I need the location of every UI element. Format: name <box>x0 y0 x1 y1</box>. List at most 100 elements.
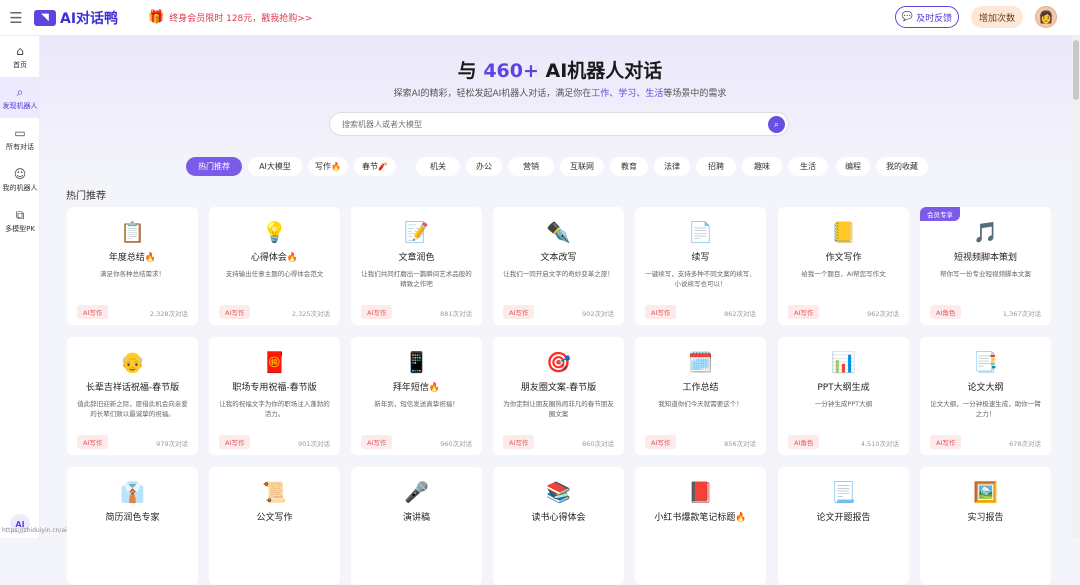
sidebar-item-label: 发现机器人 <box>2 101 38 110</box>
tab-11[interactable]: 趣味 <box>742 157 782 176</box>
sub-separator: 、 <box>609 89 619 99</box>
bot-card[interactable]: 🖼️ 实习报告 <box>920 467 1051 585</box>
sidebar-item-my-bots[interactable]: ☺ 我的机器人 <box>0 159 40 200</box>
tab-2[interactable]: 写作🔥 <box>308 157 348 176</box>
card-tag: AI写作 <box>930 435 962 449</box>
card-chat-count: 860次对话 <box>582 440 614 448</box>
menu-icon[interactable]: ☰ <box>0 0 32 36</box>
search-bar: ⌕ <box>329 112 789 136</box>
tab-14[interactable]: 我的收藏 <box>876 157 928 176</box>
card-chat-count: 4,510次对话 <box>860 440 899 448</box>
title-number: 460+ <box>483 60 539 82</box>
tab-10[interactable]: 招聘 <box>696 157 736 176</box>
card-tag: AI角色 <box>788 435 820 449</box>
sidebar-item-chats[interactable]: ▭ 所有对话 <box>0 118 40 159</box>
card-description: 满足你各种总结需求！ <box>100 270 165 278</box>
bot-card[interactable]: 📚 读书心得体会 <box>493 467 624 585</box>
feedback-button[interactable]: 💬 及时反馈 <box>895 6 959 28</box>
card-chat-count: 856次对话 <box>724 440 756 448</box>
card-tag: AI写作 <box>788 305 820 319</box>
bot-card[interactable]: 🧧 职场专用祝福-春节版 让我的祝福文字为你的职场注入蓬勃的活力。 AI写作 901次对… <box>209 337 340 455</box>
tab-13[interactable]: 编程 <box>836 157 870 176</box>
bot-card[interactable]: 💡 心得体会🔥 支持输出任意主题的心得体会范文 AI写作 2,325次对话 <box>209 207 340 325</box>
logo-text: AI对话鸭 <box>60 10 119 27</box>
bot-card[interactable]: 🎯 朋友圈文案-春节版 为你定制让朋友圈热闹非凡的春节朋友圈文案 AI写作 860次对话 <box>493 337 624 455</box>
card-tag: AI写作 <box>77 435 109 449</box>
search-input[interactable] <box>342 119 742 129</box>
card-title: 工作总结 <box>682 383 719 393</box>
card-title: 论文大纲 <box>967 383 1004 393</box>
sub-highlight-study: 学习 <box>618 89 637 99</box>
card-chat-count: 2,325次对话 <box>291 310 330 318</box>
card-title: 职场专用祝福-春节版 <box>232 383 317 393</box>
bot-card[interactable]: 👴 长辈吉祥话祝福-春节版 值此辞旧迎新之际，愿借此机会向亲爱的长辈们致以最诚挚的祝… <box>67 337 198 455</box>
logo[interactable]: ◥ AI对话鸭 <box>34 8 118 28</box>
card-title: 论文开题报告 <box>816 513 871 523</box>
sidebar-item-pk[interactable]: ⧉ 多模型PK <box>0 200 40 241</box>
robot-icon: ☺ <box>13 166 27 181</box>
bot-icon: 📋 <box>120 220 145 244</box>
bot-icon: 📒 <box>831 220 856 244</box>
bot-card[interactable]: 📕 小红书爆款笔记标题🔥 <box>635 467 766 585</box>
tab-8[interactable]: 教育 <box>610 157 648 176</box>
card-description: 值此辞旧迎新之际，愿借此机会向亲爱的长辈们致以最诚挚的祝福。 <box>77 400 188 418</box>
sidebar: ⌂ 首页 ⌕ 发现机器人 ▭ 所有对话 ☺ 我的机器人 ⧉ 多模型PK AI <box>0 36 40 538</box>
title-suffix: AI机器人对话 <box>545 60 663 82</box>
sidebar-item-discover[interactable]: ⌕ 发现机器人 <box>0 77 40 118</box>
logo-mark-icon: ◥ <box>34 9 56 26</box>
tab-1[interactable]: AI大模型 <box>248 157 302 176</box>
card-title: 公文写作 <box>256 513 293 523</box>
bot-card[interactable]: 会员专享 🎵 短视频脚本策划 帮你写一份专业短视频脚本文案 AI角色 1,367次对话 <box>920 207 1051 325</box>
card-chat-count: 678次对话 <box>1009 440 1041 448</box>
bot-card[interactable]: 📒 作文写作 给我一个题目，AI帮您写作文 AI写作 962次对话 <box>778 207 909 325</box>
search-button[interactable]: ⌕ <box>768 116 785 133</box>
sidebar-item-label: 首页 <box>13 60 27 69</box>
bot-card[interactable]: 📱 拜年短信🔥 新年到，短信发送真挚祝福！ AI写作 960次对话 <box>351 337 482 455</box>
bot-card[interactable]: 📃 论文开题报告 <box>778 467 909 585</box>
bot-card[interactable]: 📑 论文大纲 论文大纲，一分钟极速生成，助你一臂之力！ AI写作 678次对话 <box>920 337 1051 455</box>
promo-banner[interactable]: 🎁 终身会员限时 128元，戳我抢购>> <box>148 10 312 25</box>
sub-after: 等场景中的需求 <box>663 89 727 99</box>
add-count-button[interactable]: 增加次数 <box>971 6 1023 28</box>
tab-5[interactable]: 办公 <box>466 157 502 176</box>
card-title: 简历润色专家 <box>105 513 160 523</box>
gift-icon: 🎁 <box>148 10 165 25</box>
bot-card[interactable]: 📝 文章润色 让我们共同打磨出一篇瞬间艺术品般的精致之作吧 AI写作 881次对话 <box>351 207 482 325</box>
card-description: 我知道你们今天就需要这个！ <box>658 400 743 408</box>
tab-3[interactable]: 春节🧨 <box>354 157 396 176</box>
bot-card[interactable]: ✒️ 文本改写 让我们一同开启文字的奇妙变革之旅！ AI写作 902次对话 <box>493 207 624 325</box>
card-tag: AI写作 <box>77 305 109 319</box>
tab-6[interactable]: 营销 <box>508 157 554 176</box>
card-title: 实习报告 <box>967 513 1004 523</box>
card-tag: AI角色 <box>930 305 962 319</box>
bot-icon: 📕 <box>688 480 713 504</box>
avatar[interactable]: 👩 <box>1035 6 1057 28</box>
scrollbar-thumb[interactable] <box>1073 40 1079 100</box>
bot-card[interactable]: 📄 续写 一键续写，支持多种不同文案的续写、小说续写也可以！ AI写作 862次对话 <box>635 207 766 325</box>
bot-card[interactable]: 🎤 演讲稿 <box>351 467 482 585</box>
scrollbar[interactable] <box>1072 36 1080 538</box>
bot-card[interactable]: 📜 公文写作 <box>209 467 340 585</box>
tab-0[interactable]: 热门推荐 <box>186 157 242 176</box>
bot-card[interactable]: 👔 简历润色专家 <box>67 467 198 585</box>
tab-4[interactable]: 机关 <box>416 157 460 176</box>
chat-icon: ▭ <box>14 125 26 140</box>
sidebar-item-home[interactable]: ⌂ 首页 <box>0 36 40 77</box>
card-description: 让我的祝福文字为你的职场注入蓬勃的活力。 <box>219 400 330 418</box>
bot-icon: 🎵 <box>973 220 998 244</box>
card-description: 一分钟生成PPT大纲 <box>814 400 873 408</box>
bot-card[interactable]: 🗓️ 工作总结我知道你们今天就需要这个！ AI写作 856次对话 <box>635 337 766 455</box>
card-description: 帮你写一份专业短视频脚本文案 <box>940 270 1031 278</box>
bot-icon: 🗓️ <box>688 350 713 374</box>
tab-9[interactable]: 法律 <box>654 157 690 176</box>
bot-card[interactable]: 📋 年度总结🔥 满足你各种总结需求！ AI写作 2,328次对话 <box>67 207 198 325</box>
card-title: 续写 <box>691 253 710 263</box>
bot-card[interactable]: 📊 PPT大纲生成 一分钟生成PPT大纲 AI角色 4,510次对话 <box>778 337 909 455</box>
card-tag: AI写作 <box>361 305 393 319</box>
card-tag: AI写作 <box>219 305 251 319</box>
card-title: 年度总结🔥 <box>108 253 157 263</box>
tab-12[interactable]: 生活 <box>788 157 828 176</box>
card-tag: AI写作 <box>645 435 677 449</box>
bot-icon: 📑 <box>973 350 998 374</box>
tab-7[interactable]: 互联网 <box>560 157 604 176</box>
